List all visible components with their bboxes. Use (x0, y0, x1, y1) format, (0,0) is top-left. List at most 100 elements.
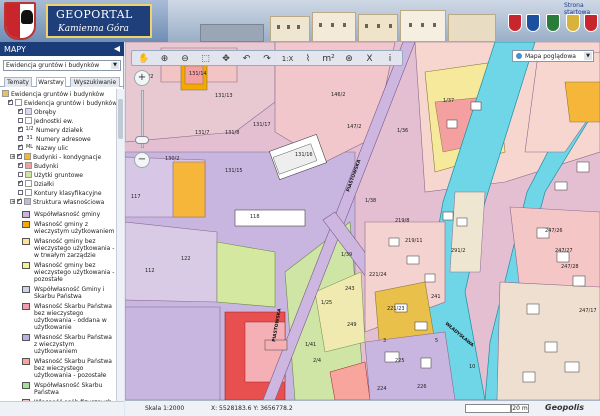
redo-icon[interactable]: ↷ (259, 52, 275, 66)
tab-tematy[interactable]: Tematy (4, 77, 32, 87)
svg-text:112: 112 (145, 268, 155, 274)
map-select[interactable]: Ewidencja gruntów i budynków ▼ (3, 60, 121, 71)
scale-1to1-icon[interactable]: 1:X (280, 52, 296, 66)
svg-text:291/2: 291/2 (451, 248, 465, 254)
tree-item[interactable]: Ewidencja gruntów i budynków (8, 98, 116, 108)
scale-bar (465, 404, 511, 413)
full-extent-icon[interactable]: ✥ (218, 52, 234, 66)
layer-checkbox[interactable] (18, 179, 23, 187)
layer-checkbox[interactable] (18, 134, 23, 142)
layer-checkbox[interactable] (18, 161, 23, 169)
expand-icon[interactable]: + (10, 154, 15, 160)
legend-label: Własność Skarbu Państwa bez wieczystego … (34, 303, 112, 331)
tree-item[interactable]: Ewidencja gruntów i budynków (2, 90, 105, 99)
tree-item[interactable]: Budynki (18, 161, 58, 171)
undo-icon[interactable]: ↶ (239, 52, 255, 66)
crest-icon[interactable] (566, 14, 580, 32)
layer-checkbox[interactable] (18, 107, 23, 115)
layer-checkbox[interactable] (18, 118, 23, 123)
obreby-icon (25, 108, 32, 115)
measure-area-icon[interactable]: m² (321, 52, 337, 66)
layer-tree: Ewidencja gruntów i budynków Ewidencja gr… (0, 89, 116, 401)
layer-checkbox[interactable] (18, 190, 23, 195)
layer-checkbox[interactable] (18, 143, 23, 151)
budynki-icon (25, 162, 32, 169)
tree-item[interactable]: 1/2Numery działek (18, 125, 83, 135)
info-icon[interactable]: i (382, 52, 398, 66)
zoom-out-button[interactable]: − (134, 152, 150, 168)
crest-icon[interactable] (508, 14, 522, 32)
layer-checkbox[interactable] (17, 152, 22, 160)
tree-item-label: Struktura własnościowa (33, 199, 105, 206)
zoom-in-icon[interactable]: ⊕ (157, 52, 173, 66)
zoom-out-icon[interactable]: ⊖ (177, 52, 193, 66)
crest-icon[interactable] (526, 14, 540, 32)
tree-item[interactable]: 31Numery adresowe (18, 134, 91, 144)
identify-icon[interactable]: ⊛ (341, 52, 357, 66)
clear-icon[interactable]: X (362, 52, 378, 66)
chevron-down-icon[interactable]: ▼ (584, 52, 592, 60)
tree-item[interactable]: MLNazwy ulic (18, 143, 68, 153)
svg-text:224: 224 (377, 386, 387, 392)
expand-icon[interactable]: + (10, 199, 15, 205)
crest-icon[interactable] (584, 14, 598, 32)
tree-item[interactable]: Działki (18, 179, 54, 189)
crest-icon[interactable] (546, 14, 560, 32)
zoom-slider-knob[interactable] (135, 136, 149, 144)
pan-hand-icon[interactable]: ✋ (136, 52, 152, 66)
svg-text:5: 5 (435, 338, 438, 344)
tree-item-label: Obręby (34, 109, 57, 116)
legend-item: Własność Skarbu Państwa bez wieczystego … (2, 358, 114, 381)
legend-label: Współwłasność Skarbu Państwa (34, 382, 103, 396)
uzytki-icon (25, 171, 32, 178)
tree-item-label: Ewidencja gruntów i budynków (11, 91, 105, 98)
tree-item[interactable]: + Struktura własnościowa (10, 197, 105, 207)
tree-item[interactable]: Użytki gruntowe (18, 171, 83, 180)
panel-header: MAPY ◀ (0, 42, 124, 56)
tree-item[interactable]: Obręby (18, 107, 57, 117)
legend-swatch (22, 238, 30, 245)
legend-label: Własność gminy bez wieczystego użytkowan… (34, 262, 115, 283)
legend-label: Własność Skarbu Państwa z wieczystym uży… (34, 334, 112, 355)
basemap-select[interactable]: Mapa poglądowa ▼ (512, 50, 594, 62)
status-bar: Skala 1:2000 X: 5528183.6 Y: 3656778.2 2… (125, 400, 600, 416)
panel-title: MAPY (4, 45, 26, 54)
svg-text:226: 226 (417, 384, 427, 390)
svg-text:221/23: 221/23 (387, 306, 405, 312)
scrollbar-thumb[interactable] (118, 99, 123, 139)
svg-text:1/41: 1/41 (305, 342, 316, 348)
legend-item: Własność gminy z wieczystym użytkowaniem (2, 221, 114, 237)
zoom-window-icon[interactable]: ⬚ (198, 52, 214, 66)
svg-text:249: 249 (347, 322, 357, 328)
tree-item[interactable]: Kontury klasyfikacyjne (18, 189, 102, 198)
legend-swatch (22, 358, 30, 365)
banner-building (200, 24, 264, 42)
collapse-icon[interactable]: ◀ (114, 44, 120, 53)
measure-length-icon[interactable]: ⌇ (300, 52, 316, 66)
jednostki-icon (25, 117, 32, 124)
panel-tabs: Tematy Warstwy Wyszukiwanie (0, 75, 124, 87)
legend-item: Własność Skarbu Państwa z wieczystym uży… (2, 334, 114, 357)
layer-checkbox[interactable] (18, 172, 23, 177)
chevron-down-icon[interactable]: ▼ (111, 62, 119, 69)
zoom-control: + − (131, 70, 153, 170)
legend-label: Współwłasność gminy (34, 211, 101, 218)
layer-icon (15, 99, 22, 106)
layer-checkbox[interactable] (18, 125, 23, 133)
tab-warstwy[interactable]: Warstwy (36, 77, 66, 87)
legend-item: Współwłasność Skarbu Państwa (2, 382, 114, 398)
tab-wyszukiwanie[interactable]: Wyszukiwanie (70, 77, 120, 87)
tree-item[interactable]: Jednostki ew. (18, 117, 73, 126)
scrollbar[interactable] (116, 89, 124, 401)
svg-text:1/38: 1/38 (365, 198, 376, 204)
zoom-in-button[interactable]: + (134, 70, 150, 86)
legend-item: Własność gminy bez wieczystego użytkowan… (2, 238, 114, 261)
svg-text:131/15: 131/15 (225, 168, 243, 174)
svg-text:10: 10 (469, 364, 475, 370)
map-view[interactable]: 132/2131/14131/13146/2 131/7131/8131/171… (125, 42, 600, 400)
svg-text:247/27: 247/27 (555, 248, 573, 254)
tree-item[interactable]: + Budynki - kondygnacje (10, 152, 101, 162)
map-canvas[interactable]: 132/2131/14131/13146/2 131/7131/8131/171… (125, 42, 600, 400)
layer-checkbox[interactable] (17, 197, 22, 205)
layer-checkbox[interactable] (8, 98, 13, 106)
